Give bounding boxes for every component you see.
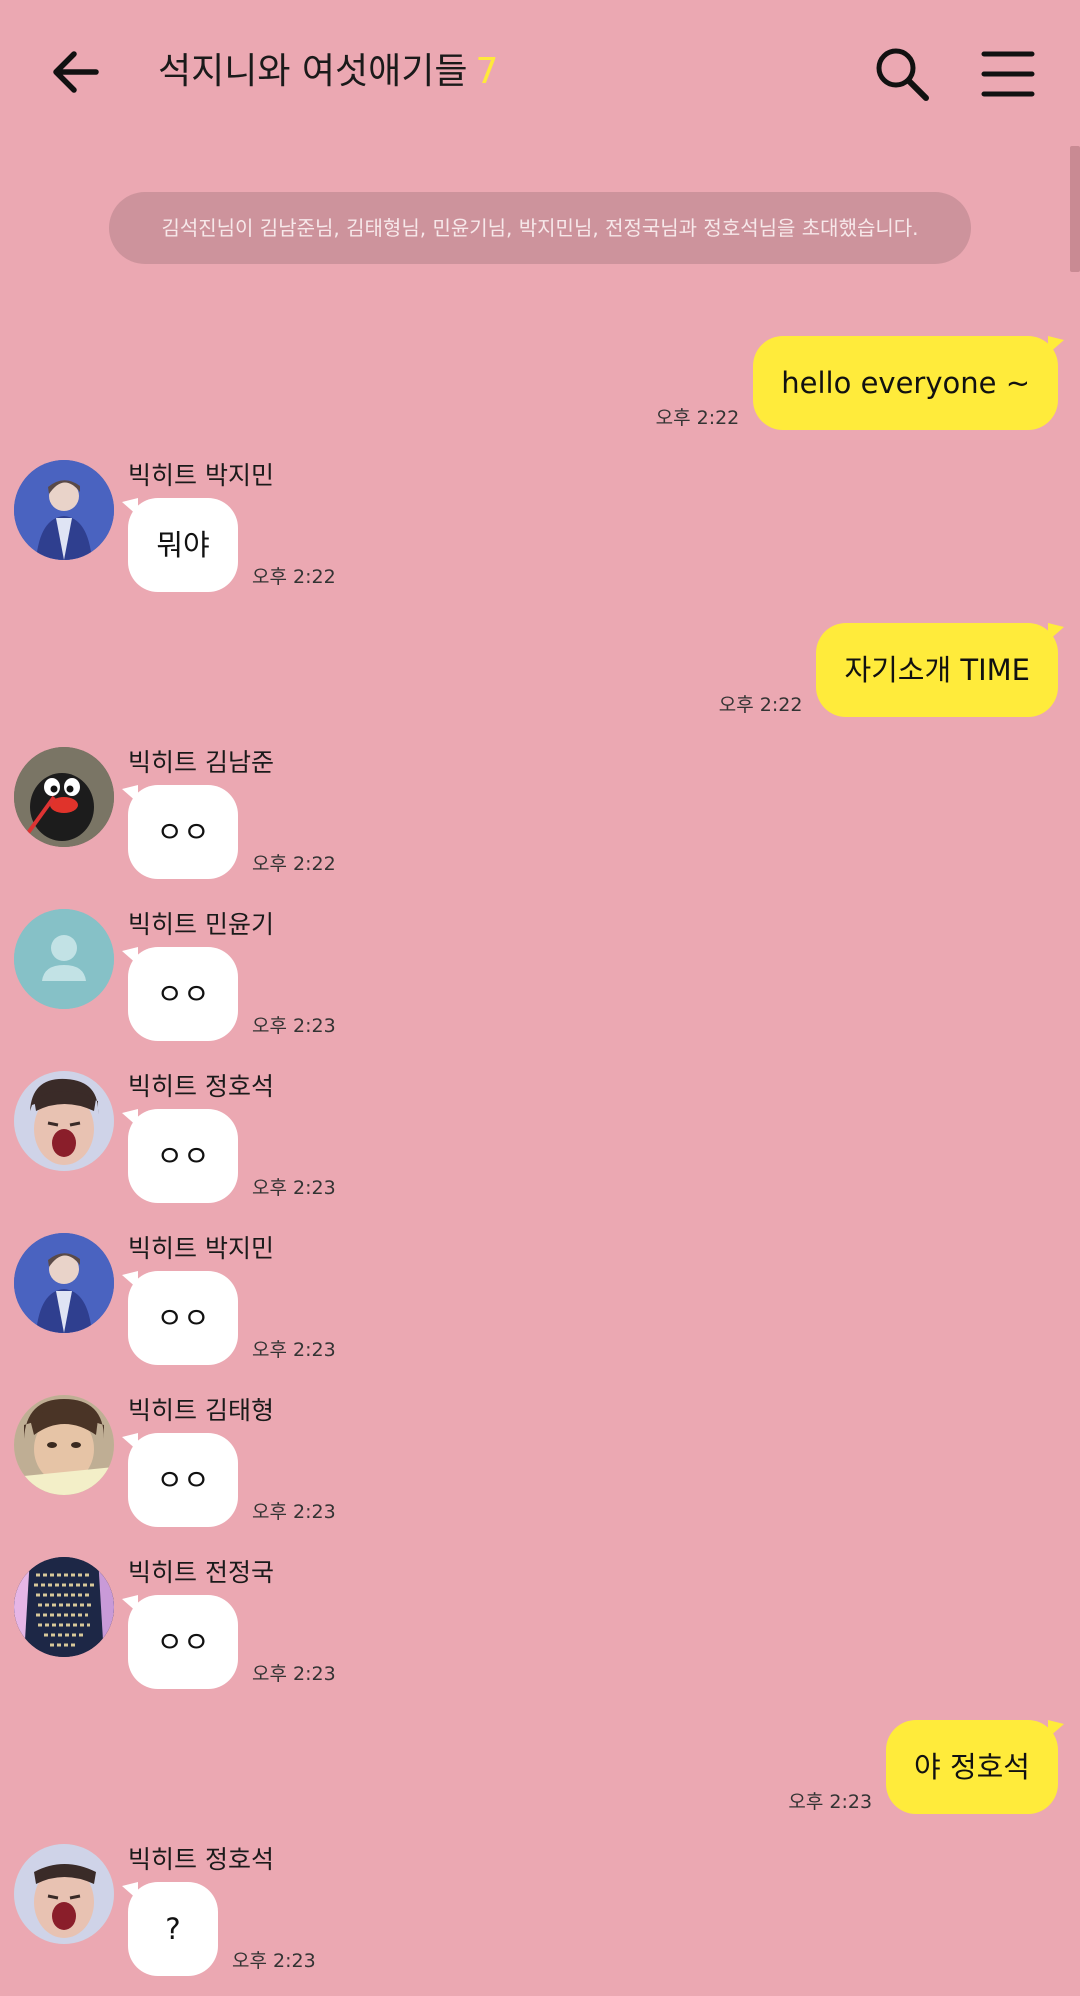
avatar[interactable]: [14, 1233, 114, 1333]
avatar[interactable]: [14, 1557, 114, 1657]
incoming-bubble[interactable]: 뭐야: [122, 498, 238, 592]
message-time: 오후 2:23: [252, 1339, 336, 1361]
incoming-message: 빅히트 전정국 ㅇㅇ 오후 2:23: [14, 1557, 714, 1707]
sender-name: 빅히트 김태형: [128, 1396, 274, 1425]
avatar[interactable]: [14, 1844, 114, 1944]
profile-photo: [14, 460, 114, 560]
sender-name: 빅히트 민윤기: [128, 910, 274, 939]
message-time: 오후 2:23: [252, 1015, 336, 1037]
outgoing-bubble[interactable]: hello everyone ~: [753, 336, 1064, 430]
outgoing-message: 오후 2:23 야 정호석: [788, 1720, 1064, 1814]
search-icon: [876, 48, 929, 101]
message-time: 오후 2:23: [252, 1177, 336, 1199]
back-button[interactable]: [44, 40, 108, 104]
sender-name: 빅히트 김남준: [128, 748, 274, 777]
incoming-bubble[interactable]: ㅇㅇ: [122, 1271, 238, 1365]
avatar[interactable]: [14, 909, 114, 1009]
incoming-message: 빅히트 박지민 ㅇㅇ 오후 2:23: [14, 1233, 714, 1383]
arrow-left-icon: [53, 51, 99, 93]
avatar[interactable]: [14, 747, 114, 847]
sender-name: 빅히트 전정국: [128, 1558, 274, 1587]
incoming-bubble[interactable]: ㅇㅇ: [122, 1433, 238, 1527]
chat-title: 석지니와 여섯애기들 7: [158, 42, 498, 102]
chat-room-name: 석지니와 여섯애기들: [158, 51, 468, 92]
message-time: 오후 2:22: [718, 694, 803, 716]
profile-photo: [14, 747, 114, 847]
profile-photo: [14, 1071, 114, 1171]
message-time: 오후 2:23: [252, 1663, 336, 1685]
outgoing-bubble[interactable]: 자기소개 TIME: [816, 623, 1064, 717]
incoming-message: 빅히트 정호석 ㅇㅇ 오후 2:23: [14, 1071, 714, 1221]
profile-photo: [14, 1557, 114, 1657]
message-time: 오후 2:23: [252, 1501, 336, 1523]
incoming-message: 빅히트 정호석 ? 오후 2:23: [14, 1844, 714, 1994]
incoming-message: 빅히트 박지민 뭐야 오후 2:22: [14, 460, 714, 610]
avatar[interactable]: [14, 1071, 114, 1171]
incoming-bubble[interactable]: ㅇㅇ: [122, 1595, 238, 1689]
incoming-message: 빅히트 김태형 ㅇㅇ 오후 2:23: [14, 1395, 714, 1545]
sender-name: 빅히트 박지민: [128, 461, 274, 490]
outgoing-message: 오후 2:22 자기소개 TIME: [718, 623, 1064, 717]
sender-name: 빅히트 박지민: [128, 1234, 274, 1263]
avatar[interactable]: [14, 460, 114, 560]
default-profile-icon: [14, 909, 114, 1009]
sender-name: 빅히트 정호석: [128, 1845, 274, 1874]
incoming-bubble[interactable]: ?: [122, 1882, 218, 1976]
message-time: 오후 2:22: [252, 853, 336, 875]
outgoing-message: 오후 2:22 hello everyone ~: [655, 336, 1064, 430]
chat-screen: 석지니와 여섯애기들 7 김석진님이 김남준님, 김태형님, 민윤기님, 박지민님…: [0, 0, 1080, 1996]
profile-photo: [14, 1233, 114, 1333]
incoming-bubble[interactable]: ㅇㅇ: [122, 947, 238, 1041]
scrollbar[interactable]: [1070, 146, 1080, 272]
message-time: 오후 2:22: [252, 566, 336, 588]
profile-photo: [14, 1844, 114, 1944]
incoming-bubble[interactable]: ㅇㅇ: [122, 785, 238, 879]
member-count: 7: [475, 51, 499, 92]
incoming-message: 빅히트 김남준 ㅇㅇ 오후 2:22: [14, 747, 714, 897]
profile-photo: [14, 1395, 114, 1495]
incoming-message: 빅히트 민윤기 ㅇㅇ 오후 2:23: [14, 909, 714, 1059]
message-time: 오후 2:22: [655, 407, 740, 429]
menu-button[interactable]: [978, 44, 1038, 104]
message-time: 오후 2:23: [788, 1791, 873, 1813]
chat-header: 석지니와 여섯애기들 7: [0, 0, 1080, 140]
outgoing-bubble[interactable]: 야 정호석: [886, 1720, 1064, 1814]
system-notice: 김석진님이 김남준님, 김태형님, 민윤기님, 박지민님, 전정국님과 정호석님…: [109, 192, 971, 264]
sender-name: 빅히트 정호석: [128, 1072, 274, 1101]
message-time: 오후 2:23: [232, 1950, 316, 1972]
incoming-bubble[interactable]: ㅇㅇ: [122, 1109, 238, 1203]
search-button[interactable]: [872, 44, 932, 104]
avatar[interactable]: [14, 1395, 114, 1495]
hamburger-menu-icon: [981, 51, 1035, 97]
